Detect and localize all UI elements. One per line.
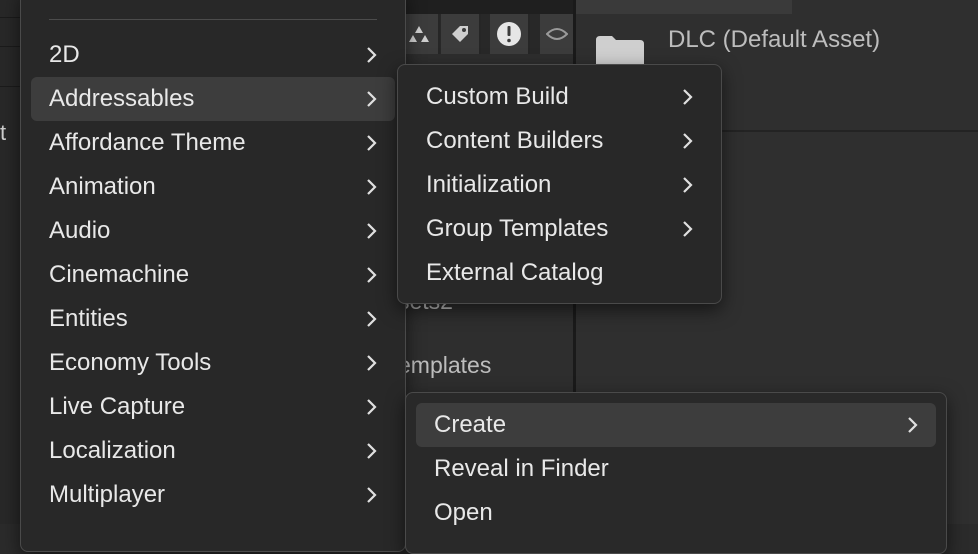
menu-item-label: Live Capture (49, 393, 186, 420)
menu-item-label: Open (434, 499, 493, 526)
chevron-right-icon (367, 487, 377, 503)
menu-item-label: Custom Build (426, 83, 569, 110)
warning-icon[interactable] (490, 14, 530, 54)
chevron-right-icon (367, 311, 377, 327)
menu-item-label: Content Builders (426, 127, 604, 154)
chevron-right-icon (683, 177, 693, 193)
divider (0, 86, 22, 87)
eye-icon[interactable] (540, 14, 574, 54)
left-edge-text: t (0, 120, 7, 145)
folder-label: emplates (398, 352, 492, 378)
menu-item-2d[interactable]: 2D (31, 33, 395, 77)
menu-item-localization[interactable]: Localization (31, 429, 395, 473)
menu-item-label: Economy Tools (49, 349, 212, 376)
asset-panel-tab (576, 0, 792, 14)
menu-item-label: Audio (49, 217, 111, 244)
menu-item-reveal-in-finder[interactable]: Reveal in Finder (416, 447, 936, 491)
menu-item-label: Entities (49, 305, 128, 332)
context-menu: Create Reveal in Finder Open (405, 392, 947, 554)
asset-name[interactable]: DLC (Default Asset) (668, 26, 880, 54)
addressables-submenu: Custom Build Content Builders Initializa… (397, 64, 722, 304)
chevron-right-icon (367, 267, 377, 283)
folder-icon[interactable] (596, 36, 644, 66)
menu-item-label: Group Templates (426, 215, 609, 242)
chevron-right-icon (367, 223, 377, 239)
divider (0, 17, 22, 18)
menu-item-create[interactable]: Create (416, 403, 936, 447)
menu-item-custom-build[interactable]: Custom Build (408, 75, 711, 119)
divider (0, 46, 22, 47)
menu-item-audio[interactable]: Audio (31, 209, 395, 253)
menu-item-label: Multiplayer (49, 481, 166, 508)
menu-item-label: 2D (49, 41, 80, 68)
chevron-right-icon (683, 221, 693, 237)
menu-item-initialization[interactable]: Initialization (408, 163, 711, 207)
chevron-right-icon (367, 355, 377, 371)
tag-icon[interactable] (441, 14, 481, 54)
chevron-right-icon (367, 399, 377, 415)
menu-item-affordance-theme[interactable]: Affordance Theme (31, 121, 395, 165)
chevron-right-icon (367, 135, 377, 151)
menu-item-economy-tools[interactable]: Economy Tools (31, 341, 395, 385)
menu-item-cinemachine[interactable]: Cinemachine (31, 253, 395, 297)
menu-item-addressables[interactable]: Addressables (31, 77, 395, 121)
create-menu: 2D Addressables Affordance Theme Animati… (20, 0, 406, 552)
chevron-right-icon (683, 89, 693, 105)
menu-item-label: Animation (49, 173, 156, 200)
menu-item-animation[interactable]: Animation (31, 165, 395, 209)
menu-item-label: Addressables (49, 85, 195, 112)
chevron-right-icon (908, 417, 918, 433)
menu-item-multiplayer[interactable]: Multiplayer (31, 473, 395, 517)
chevron-right-icon (367, 179, 377, 195)
chevron-right-icon (367, 91, 377, 107)
menu-item-external-catalog[interactable]: External Catalog (408, 251, 711, 295)
chevron-right-icon (683, 133, 693, 149)
menu-item-label: Reveal in Finder (434, 455, 609, 482)
menu-item-label: Initialization (426, 171, 552, 198)
menu-item-open[interactable]: Open (416, 491, 936, 535)
chevron-right-icon (367, 47, 377, 63)
menu-item-label: Localization (49, 437, 176, 464)
chevron-right-icon (367, 443, 377, 459)
menu-item-label: Affordance Theme (49, 129, 246, 156)
menu-item-label: Create (434, 411, 507, 438)
menu-item-entities[interactable]: Entities (31, 297, 395, 341)
menu-item-label: Cinemachine (49, 261, 190, 288)
menu-item-live-capture[interactable]: Live Capture (31, 385, 395, 429)
menu-item-content-builders[interactable]: Content Builders (408, 119, 711, 163)
menu-separator (49, 19, 377, 20)
menu-item-label: External Catalog (426, 259, 604, 286)
triangles-icon[interactable] (400, 14, 440, 54)
menu-item-group-templates[interactable]: Group Templates (408, 207, 711, 251)
